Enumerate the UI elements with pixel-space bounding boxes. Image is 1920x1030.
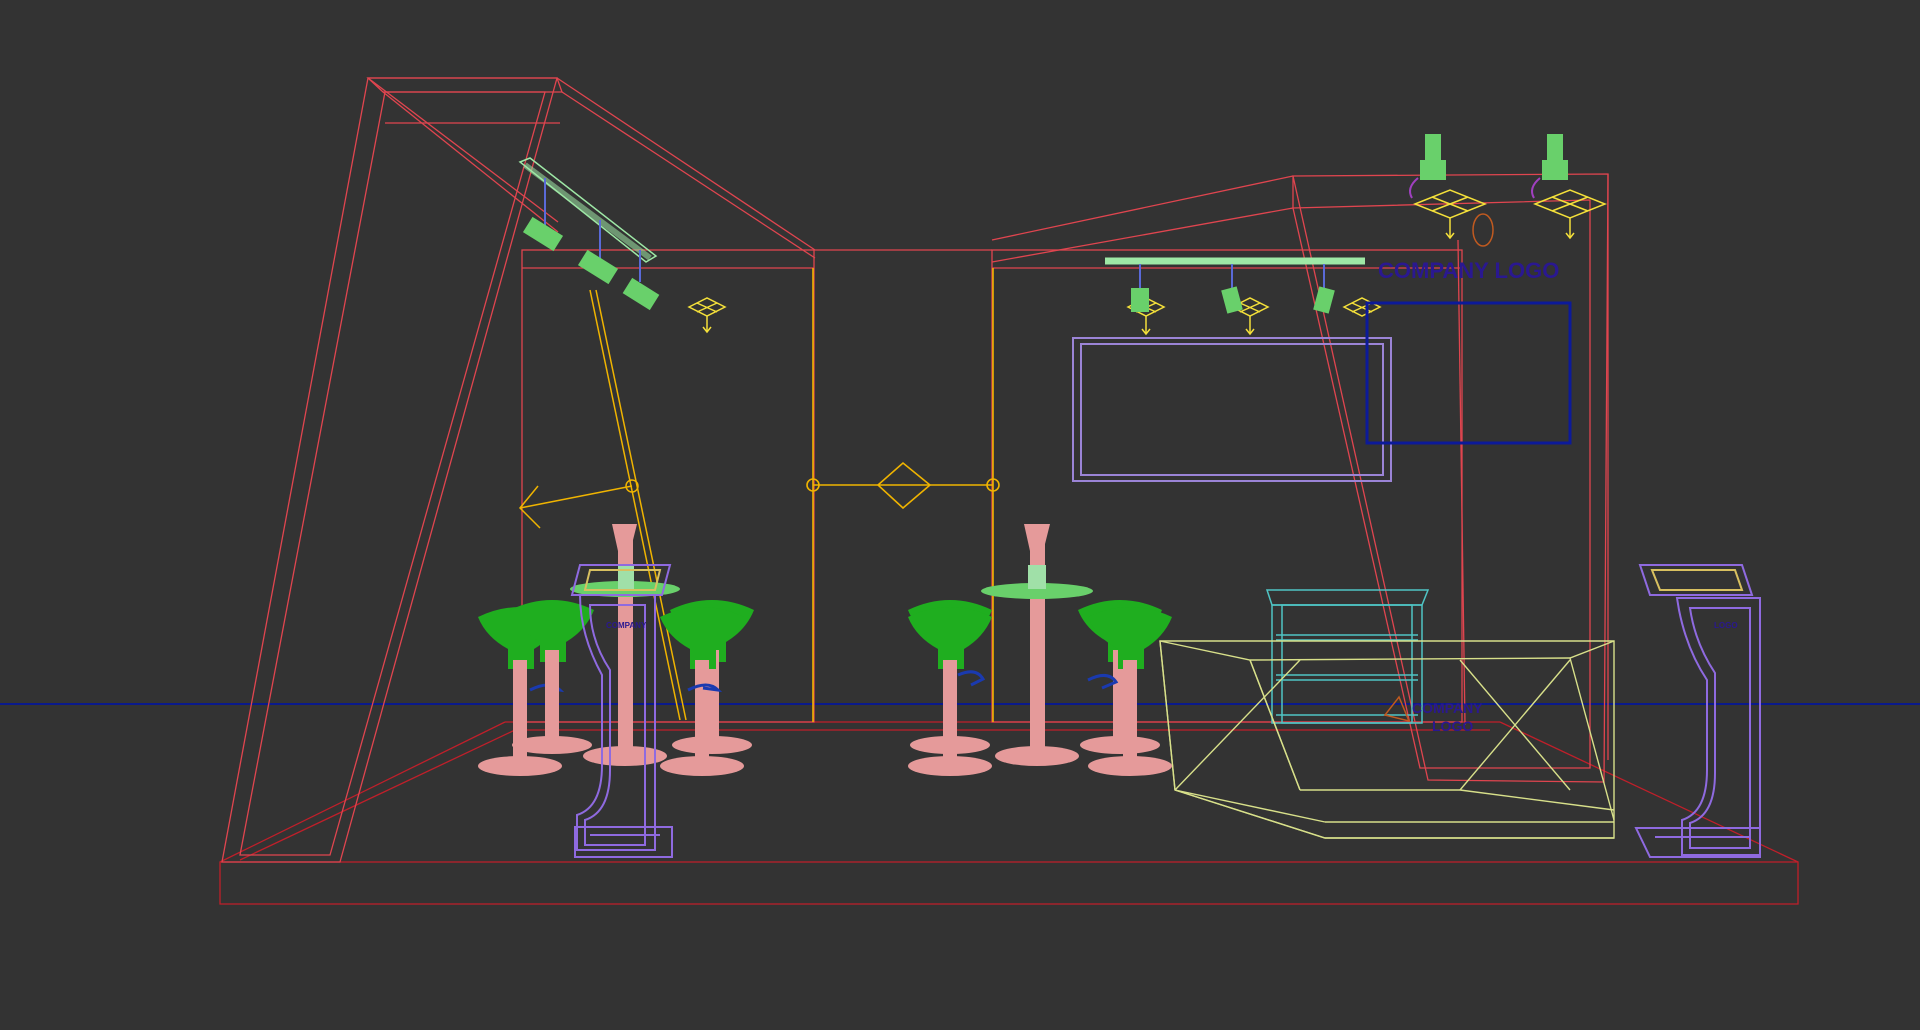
spotlight	[1131, 288, 1149, 312]
svg-text:LOGO: LOGO	[1432, 718, 1473, 734]
reception-counter[interactable]	[1159, 640, 1615, 839]
spot-target	[1532, 189, 1608, 240]
spotlight	[1221, 286, 1243, 314]
spot-target	[1412, 189, 1488, 240]
wireframe-scene[interactable]: COMPANY LOGO COMPANY LOGO COMPANY LOGO	[0, 0, 1920, 1030]
wall-screen[interactable]	[1072, 337, 1392, 482]
spot-target	[1342, 297, 1382, 317]
svg-text:COMPANY: COMPANY	[1412, 700, 1483, 716]
kiosk-right[interactable]	[1634, 564, 1761, 858]
door-frame[interactable]	[806, 268, 1000, 722]
spot-target	[687, 297, 727, 334]
back-light-rail[interactable]	[1105, 257, 1365, 314]
wall-logo-text: COMPANY LOGO	[1378, 258, 1559, 283]
3d-viewport[interactable]: COMPANY LOGO COMPANY LOGO COMPANY LOGO	[0, 0, 1920, 1030]
left-light-rail[interactable]	[518, 157, 660, 311]
spotlight	[1313, 286, 1335, 314]
top-spotlights[interactable]	[1409, 134, 1568, 247]
kiosk-logo-right: LOGO	[1714, 621, 1738, 630]
kiosk-logo: COMPANY	[606, 621, 647, 630]
booth-back-wall[interactable]	[521, 249, 1463, 723]
logo-panel[interactable]	[1365, 301, 1572, 445]
